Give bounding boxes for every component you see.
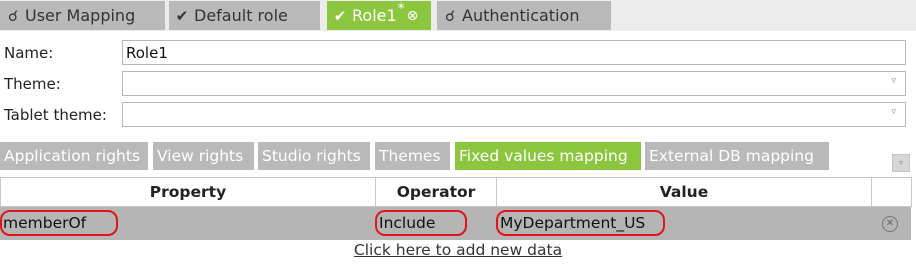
tab-authentication[interactable]: ☌ Authentication bbox=[437, 1, 611, 30]
top-tab-bar: ☌ User Mapping ✔ Default role ✔ Role1 * … bbox=[0, 0, 916, 31]
tab-studio-rights[interactable]: Studio rights bbox=[258, 142, 370, 170]
table-row[interactable]: memberOf Include MyDepartment_US ✕ bbox=[0, 207, 911, 240]
user-mapping-icon: ☌ bbox=[7, 6, 19, 25]
add-new-data-link[interactable]: Click here to add new data bbox=[0, 241, 916, 259]
name-field[interactable]: Role1 bbox=[122, 40, 906, 65]
tab-role1[interactable]: ✔ Role1 * ⊗ bbox=[327, 1, 431, 30]
tab-default-role[interactable]: ✔ Default role bbox=[169, 1, 320, 30]
column-header-actions bbox=[872, 177, 912, 207]
theme-label: Theme: bbox=[4, 75, 61, 93]
tablet-theme-row: Tablet theme: ▿ bbox=[0, 102, 916, 128]
tab-external-db-mapping[interactable]: External DB mapping bbox=[645, 142, 829, 170]
check-icon: ✔ bbox=[333, 6, 347, 25]
tab-label: Role1 bbox=[352, 6, 397, 25]
column-header-property[interactable]: Property bbox=[0, 177, 376, 207]
name-label: Name: bbox=[4, 44, 54, 62]
highlight-ring bbox=[496, 210, 665, 236]
column-header-value[interactable]: Value bbox=[497, 177, 872, 207]
highlight-ring bbox=[375, 210, 467, 236]
tab-view-rights[interactable]: View rights bbox=[153, 142, 254, 170]
theme-select[interactable]: ▿ bbox=[122, 71, 906, 96]
close-tab-icon[interactable]: ⊗ bbox=[407, 8, 419, 24]
tab-application-rights[interactable]: Application rights bbox=[0, 142, 148, 170]
tablet-theme-select[interactable]: ▿ bbox=[122, 102, 906, 127]
tab-label: Default role bbox=[194, 6, 288, 25]
more-tabs-chevron-icon[interactable]: ▿ bbox=[892, 154, 910, 172]
section-tab-bar: Application rights View rights Studio ri… bbox=[0, 142, 916, 172]
theme-row: Theme: ▿ bbox=[0, 71, 916, 97]
delete-row-icon[interactable]: ✕ bbox=[882, 216, 898, 232]
tab-themes[interactable]: Themes bbox=[375, 142, 450, 170]
modified-marker: * bbox=[397, 0, 405, 17]
tab-user-mapping[interactable]: ☌ User Mapping bbox=[0, 1, 165, 30]
highlight-ring bbox=[0, 210, 118, 236]
tab-label: Authentication bbox=[462, 6, 580, 25]
name-row: Name: Role1 bbox=[0, 40, 916, 66]
check-icon: ✔ bbox=[175, 6, 189, 25]
tab-fixed-values-mapping[interactable]: Fixed values mapping bbox=[455, 142, 641, 170]
chevron-down-icon[interactable]: ▿ bbox=[891, 76, 896, 86]
column-header-operator[interactable]: Operator bbox=[376, 177, 497, 207]
chevron-down-icon[interactable]: ▿ bbox=[891, 107, 896, 117]
tab-label: User Mapping bbox=[25, 6, 136, 25]
authentication-icon: ☌ bbox=[444, 6, 456, 25]
tablet-theme-label: Tablet theme: bbox=[4, 106, 107, 124]
